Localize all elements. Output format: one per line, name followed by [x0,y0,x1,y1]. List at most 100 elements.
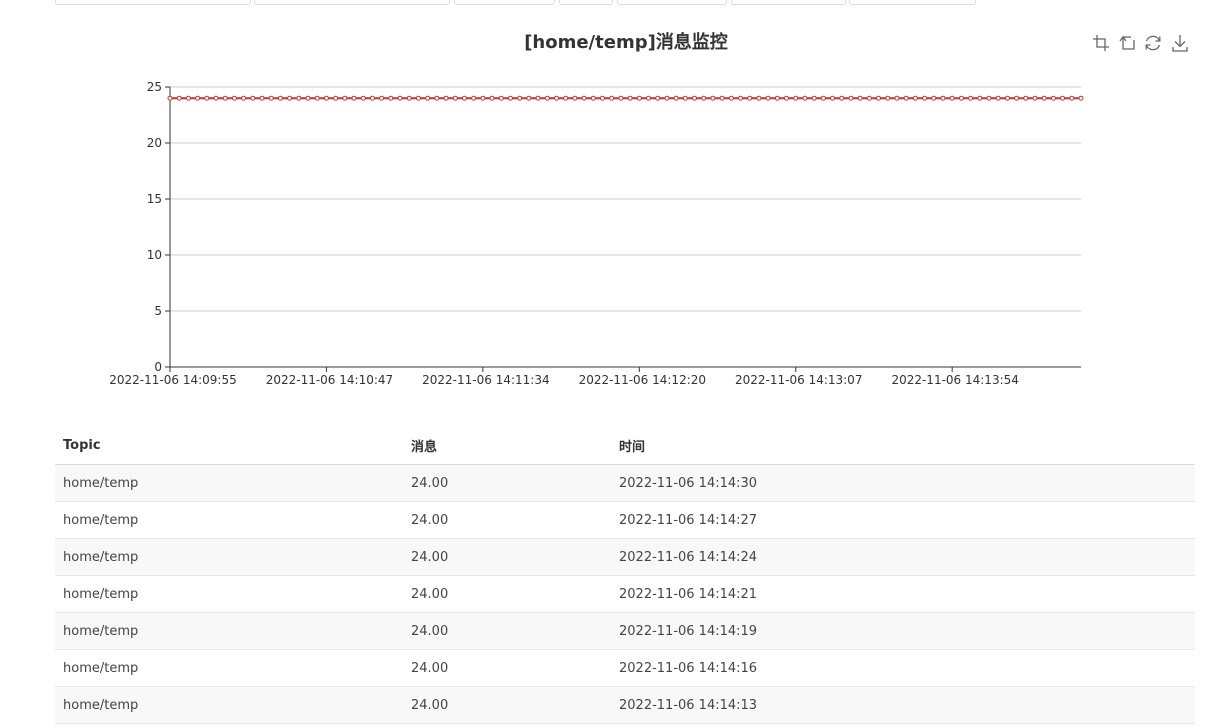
data-point [369,95,375,101]
table-header-row: Topic 消息 时间 [55,427,1195,465]
top-button-2[interactable] [254,0,450,5]
data-point [655,95,661,101]
table-row[interactable]: home/temp 24.00 2022-11-06 14:14:13 [55,686,1195,724]
data-point [351,95,357,101]
table-row[interactable]: home/temp 24.00 2022-11-06 14:14:24 [55,538,1195,576]
chart-title: [home/temp]消息监控 [524,32,728,53]
cell-topic: home/temp [55,686,403,724]
data-point [885,95,891,101]
data-point [213,95,219,101]
data-point [793,95,799,101]
data-point [903,95,909,101]
data-point [876,95,882,101]
data-point [784,95,790,101]
data-point [894,95,900,101]
top-button-6[interactable] [731,0,846,5]
top-button-4[interactable] [559,0,613,5]
data-point [673,95,679,101]
data-point [204,95,210,101]
y-tick-label: 0 [154,360,162,374]
data-point [1050,95,1056,101]
table-row[interactable]: home/temp 24.00 2022-11-06 14:14:27 [55,501,1195,539]
table-row[interactable]: home/temp 24.00 2022-11-06 14:14:21 [55,575,1195,613]
data-point [563,95,569,101]
data-point [1060,95,1066,101]
top-button-3[interactable] [454,0,555,5]
column-header-message[interactable]: 消息 [403,427,611,465]
top-button-7[interactable] [849,0,976,5]
y-tick-label: 10 [147,248,162,262]
zoom-icon[interactable] [1090,32,1112,54]
data-point [1041,95,1047,101]
message-table-wrap: Topic 消息 时间 home/temp 24.00 2022-11-06 1… [55,427,1195,724]
top-button-5[interactable] [617,0,727,5]
data-point [820,95,826,101]
cell-time: 2022-11-06 14:14:19 [611,612,1195,650]
data-point [434,95,440,101]
data-point [986,95,992,101]
cell-message: 24.00 [403,612,611,650]
chart-series [167,95,1084,101]
table-row[interactable]: home/temp 24.00 2022-11-06 14:14:19 [55,612,1195,650]
data-point [977,95,983,101]
cell-time: 2022-11-06 14:14:16 [611,649,1195,687]
data-point [692,95,698,101]
message-table: Topic 消息 时间 home/temp 24.00 2022-11-06 1… [55,427,1195,724]
data-point [756,95,762,101]
data-point [609,95,615,101]
data-point [397,95,403,101]
y-tick-label: 15 [147,192,162,206]
top-button-1[interactable] [55,0,251,5]
data-point [581,95,587,101]
data-point [535,95,541,101]
data-point [866,95,872,101]
data-point [811,95,817,101]
data-point [425,95,431,101]
data-point [461,95,467,101]
data-point [489,95,495,101]
data-point [1032,95,1038,101]
data-point [415,95,421,101]
data-point [388,95,394,101]
restore-icon[interactable] [1142,32,1164,54]
data-point [406,95,412,101]
data-point [480,95,486,101]
data-point [241,95,247,101]
x-tick-label: 2022-11-06 14:09:55 [109,373,236,387]
data-point [958,95,964,101]
data-point [599,95,605,101]
x-tick-label: 2022-11-06 14:12:20 [579,373,706,387]
cell-topic: home/temp [55,464,403,502]
download-icon[interactable] [1169,32,1191,54]
cell-topic: home/temp [55,649,403,687]
cell-topic: home/temp [55,538,403,576]
data-point [231,95,237,101]
data-point [572,95,578,101]
data-point [507,95,513,101]
data-point [968,95,974,101]
y-tick-label: 5 [154,304,162,318]
data-point [250,95,256,101]
top-button-bar [0,0,1212,6]
zoom-reset-icon[interactable] [1116,32,1138,54]
data-point [222,95,228,101]
data-point [802,95,808,101]
data-point [1023,95,1029,101]
data-point [774,95,780,101]
data-point [360,95,366,101]
data-point [627,95,633,101]
x-tick-label: 2022-11-06 14:11:34 [422,373,549,387]
data-point [287,95,293,101]
table-row[interactable]: home/temp 24.00 2022-11-06 14:14:30 [55,464,1195,502]
column-header-time[interactable]: 时间 [611,427,1195,465]
table-row[interactable]: home/temp 24.00 2022-11-06 14:14:16 [55,649,1195,687]
data-point [176,95,182,101]
column-header-topic[interactable]: Topic [55,427,403,465]
cell-message: 24.00 [403,686,611,724]
cell-topic: home/temp [55,575,403,613]
data-point [738,95,744,101]
cell-time: 2022-11-06 14:14:27 [611,501,1195,539]
data-point [949,95,955,101]
data-point [839,95,845,101]
data-point [323,95,329,101]
